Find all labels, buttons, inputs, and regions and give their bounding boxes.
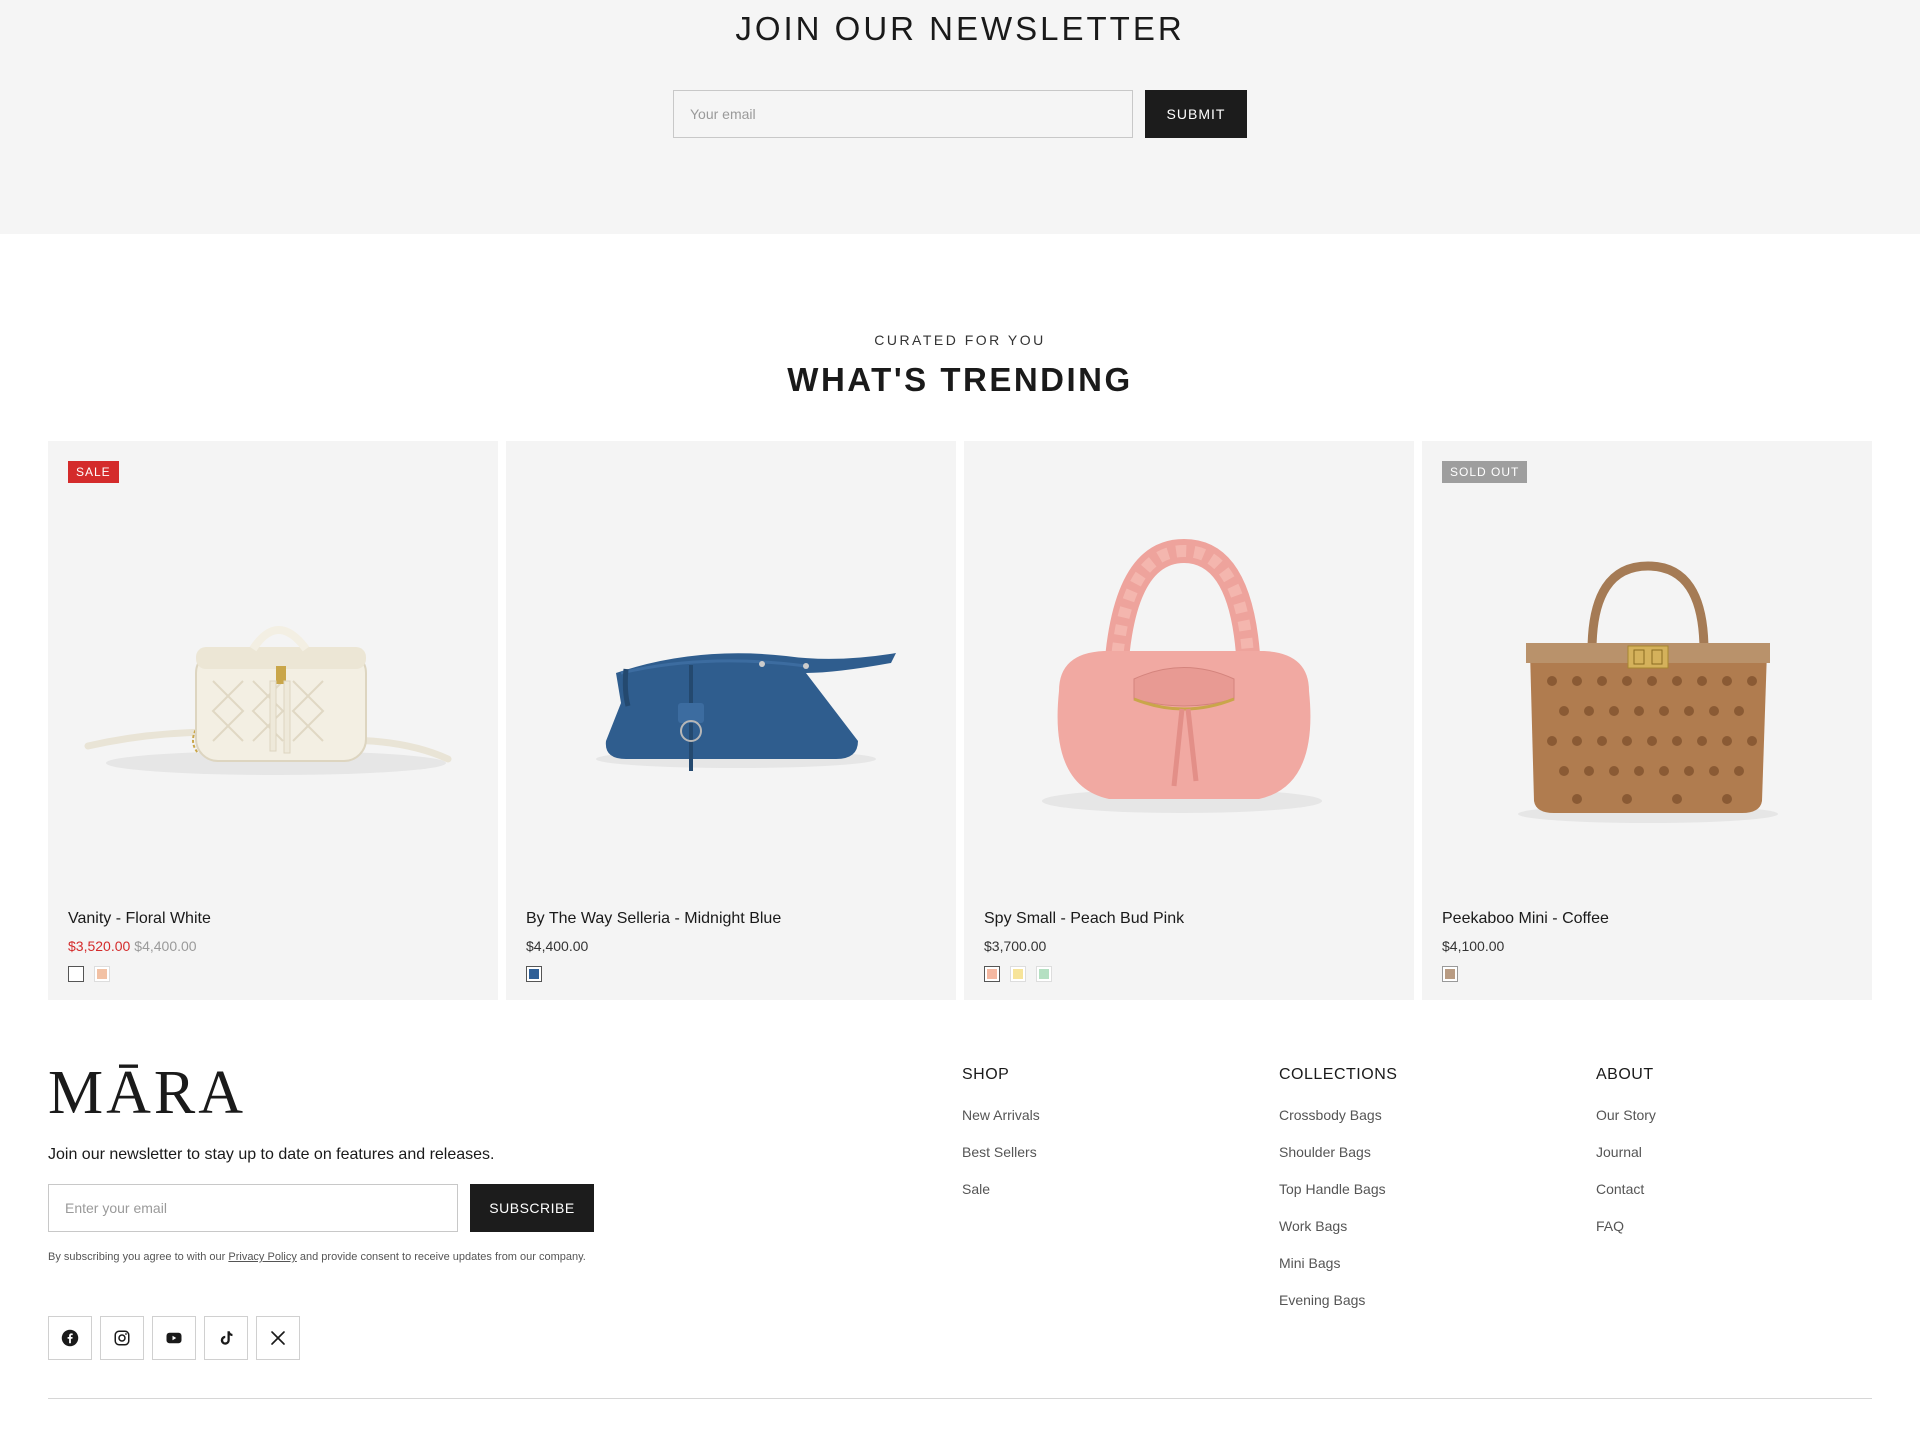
color-swatches bbox=[68, 966, 110, 982]
youtube-icon bbox=[166, 1332, 182, 1344]
subscribe-terms: By subscribing you agree to with our Pri… bbox=[48, 1248, 608, 1266]
footer-column-collections: COLLECTIONS Crossbody Bags Shoulder Bags… bbox=[1279, 1066, 1397, 1328]
x-icon bbox=[271, 1331, 285, 1345]
product-image-spy-bag[interactable] bbox=[964, 441, 1414, 881]
newsletter-title: JOIN OUR NEWSLETTER bbox=[735, 10, 1185, 47]
swatch-yellow[interactable] bbox=[1010, 966, 1026, 982]
facebook-button[interactable] bbox=[48, 1316, 92, 1360]
footer-column-title: SHOP bbox=[962, 1066, 1010, 1083]
product-price: $3,700.00 bbox=[984, 938, 1046, 954]
footer-link[interactable]: Sale bbox=[962, 1180, 1040, 1217]
footer-column-title: COLLECTIONS bbox=[1279, 1066, 1398, 1083]
product-card[interactable]: SOLD OUT Peekaboo Mini - Coffee $4,100.0… bbox=[1422, 441, 1872, 1000]
swatch-green[interactable] bbox=[1036, 966, 1052, 982]
privacy-policy-link[interactable]: Privacy Policy bbox=[228, 1251, 296, 1263]
footer-link[interactable]: Shoulder Bags bbox=[1279, 1143, 1397, 1180]
footer-divider bbox=[48, 1398, 1872, 1399]
newsletter-email-input[interactable] bbox=[673, 90, 1133, 138]
product-price: $4,100.00 bbox=[1442, 938, 1504, 954]
social-links bbox=[48, 1316, 300, 1360]
original-price: $4,400.00 bbox=[134, 938, 197, 954]
color-swatches bbox=[526, 966, 542, 982]
youtube-button[interactable] bbox=[152, 1316, 196, 1360]
footer-email-input[interactable] bbox=[48, 1184, 458, 1232]
footer-link[interactable]: Our Story bbox=[1596, 1106, 1656, 1143]
product-image-vanity-bag[interactable] bbox=[48, 441, 498, 881]
swatch-coffee[interactable] bbox=[1442, 966, 1458, 982]
newsletter-submit-button[interactable]: SUBMIT bbox=[1145, 90, 1247, 138]
terms-text-after: and provide consent to receive updates f… bbox=[296, 1251, 586, 1263]
footer-link[interactable]: Mini Bags bbox=[1279, 1254, 1397, 1291]
facebook-icon bbox=[61, 1329, 79, 1347]
trending-title: WHAT'S TRENDING bbox=[787, 361, 1133, 398]
product-card[interactable]: By The Way Selleria - Midnight Blue $4,4… bbox=[506, 441, 956, 1000]
brand-logo[interactable]: MĀRA bbox=[48, 1058, 246, 1129]
footer-column-title: ABOUT bbox=[1596, 1066, 1654, 1083]
swatch-pink[interactable] bbox=[984, 966, 1000, 982]
instagram-button[interactable] bbox=[100, 1316, 144, 1360]
footer-link[interactable]: Work Bags bbox=[1279, 1217, 1397, 1254]
trending-eyebrow: CURATED FOR YOU bbox=[874, 332, 1046, 348]
footer-column-shop: SHOP New Arrivals Best Sellers Sale bbox=[962, 1066, 1040, 1217]
instagram-icon bbox=[114, 1330, 130, 1346]
color-swatches bbox=[1442, 966, 1458, 982]
product-name[interactable]: Peekaboo Mini - Coffee bbox=[1442, 910, 1609, 928]
footer-link[interactable]: Crossbody Bags bbox=[1279, 1106, 1397, 1143]
footer-link[interactable]: Journal bbox=[1596, 1143, 1656, 1180]
product-image-peekaboo-bag[interactable] bbox=[1422, 441, 1872, 881]
regular-price: $4,400.00 bbox=[526, 938, 589, 954]
product-name[interactable]: By The Way Selleria - Midnight Blue bbox=[526, 910, 781, 928]
sale-price: $3,520.00 bbox=[68, 938, 131, 954]
swatch-peach[interactable] bbox=[94, 966, 110, 982]
sold-out-badge: SOLD OUT bbox=[1442, 461, 1528, 483]
color-swatches bbox=[984, 966, 1052, 982]
x-button[interactable] bbox=[256, 1316, 300, 1360]
tiktok-button[interactable] bbox=[204, 1316, 248, 1360]
footer-column-about: ABOUT Our Story Journal Contact FAQ bbox=[1596, 1066, 1656, 1254]
product-name[interactable]: Vanity - Floral White bbox=[68, 910, 211, 928]
product-card[interactable]: Spy Small - Peach Bud Pink $3,700.00 bbox=[964, 441, 1414, 1000]
footer-link[interactable]: FAQ bbox=[1596, 1217, 1656, 1254]
swatch-white[interactable] bbox=[68, 966, 84, 982]
product-card[interactable]: SALE Vanity - Floral White $3,520.00 $4,4… bbox=[48, 441, 498, 1000]
tiktok-icon bbox=[220, 1331, 233, 1345]
product-image-by-the-way-bag[interactable] bbox=[506, 441, 956, 881]
footer-link[interactable]: New Arrivals bbox=[962, 1106, 1040, 1143]
footer-link[interactable]: Contact bbox=[1596, 1180, 1656, 1217]
regular-price: $3,700.00 bbox=[984, 938, 1047, 954]
footer-link[interactable]: Evening Bags bbox=[1279, 1291, 1397, 1328]
newsletter-section: JOIN OUR NEWSLETTER SUBMIT bbox=[0, 0, 1920, 234]
subscribe-button[interactable]: SUBSCRIBE bbox=[470, 1184, 594, 1232]
footer-newsletter-copy: Join our newsletter to stay up to date o… bbox=[48, 1146, 495, 1163]
terms-text-before: By subscribing you agree to with our bbox=[48, 1251, 229, 1263]
sale-badge: SALE bbox=[68, 461, 119, 483]
product-name[interactable]: Spy Small - Peach Bud Pink bbox=[984, 910, 1184, 928]
swatch-blue[interactable] bbox=[526, 966, 542, 982]
product-price: $3,520.00 $4,400.00 bbox=[68, 938, 197, 954]
regular-price: $4,100.00 bbox=[1442, 938, 1505, 954]
footer-link[interactable]: Best Sellers bbox=[962, 1143, 1040, 1180]
footer-link[interactable]: Top Handle Bags bbox=[1279, 1180, 1397, 1217]
product-price: $4,400.00 bbox=[526, 938, 588, 954]
